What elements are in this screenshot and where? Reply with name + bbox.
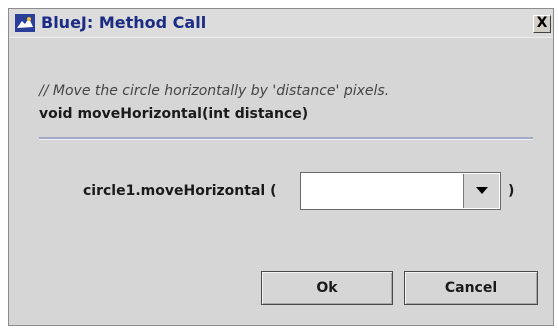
- chevron-down-icon: [476, 187, 488, 194]
- call-prefix-label: circle1.moveHorizontal (: [83, 183, 277, 199]
- divider: [39, 137, 533, 140]
- window-title: BlueJ: Method Call: [41, 13, 207, 32]
- argument-input[interactable]: [301, 173, 457, 209]
- method-comment: // Move the circle horizontally by 'dist…: [39, 83, 390, 99]
- bluej-bird-icon: [15, 14, 35, 32]
- argument-dropdown-button[interactable]: [463, 174, 499, 208]
- title-bar[interactable]: BlueJ: Method Call X: [9, 9, 553, 38]
- method-call-dialog: BlueJ: Method Call X // Move the circle …: [8, 8, 554, 326]
- close-icon[interactable]: X: [533, 15, 551, 33]
- call-suffix-label: ): [508, 183, 515, 199]
- cancel-button[interactable]: Cancel: [404, 271, 538, 305]
- method-signature: void moveHorizontal(int distance): [39, 106, 309, 122]
- argument-combobox[interactable]: [300, 172, 501, 210]
- ok-button[interactable]: Ok: [261, 271, 393, 305]
